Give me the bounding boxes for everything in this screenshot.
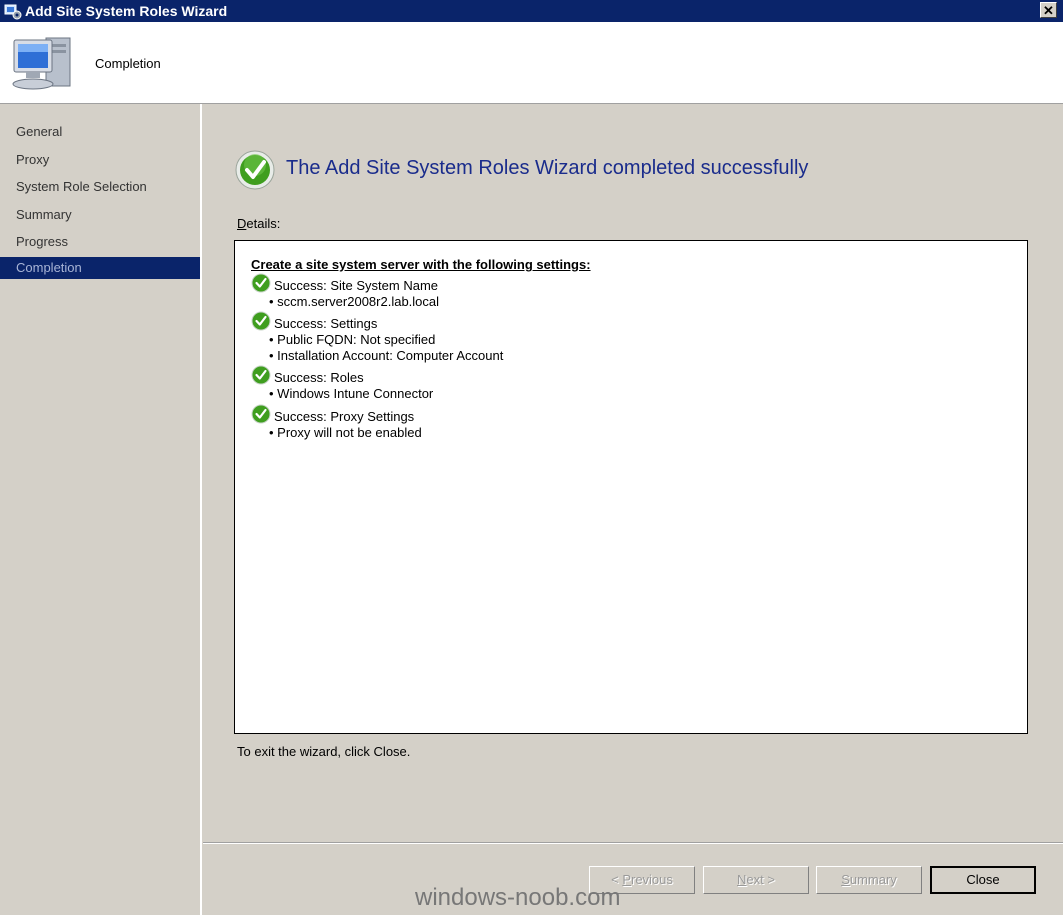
wizard-step-sidebar: General Proxy System Role Selection Summ… (0, 104, 202, 915)
computer-icon (12, 37, 71, 90)
close-window-button[interactable]: ✕ (1040, 2, 1057, 18)
success-check-icon (251, 273, 271, 293)
result-bullet: • Public FQDN: Not specified (269, 332, 436, 347)
sidebar-item-general[interactable]: General (0, 121, 200, 143)
sidebar-item-system-role-selection[interactable]: System Role Selection (0, 176, 200, 198)
main-content: The Add Site System Roles Wizard complet… (203, 104, 1063, 844)
details-label-text: etails: (246, 216, 281, 231)
close-button[interactable]: Close (930, 866, 1036, 894)
result-title: Success: Site System Name (274, 278, 438, 293)
title-bar: Add Site System Roles Wizard ✕ (0, 0, 1063, 22)
details-text-box[interactable]: Create a site system server with the fol… (234, 240, 1028, 734)
footer-divider (203, 842, 1063, 844)
summary-button[interactable]: Summary (816, 866, 922, 894)
sidebar-item-summary[interactable]: Summary (0, 204, 200, 226)
success-check-icon (235, 150, 275, 190)
details-label: Details: (237, 216, 280, 231)
window-title: Add Site System Roles Wizard (25, 3, 228, 19)
sidebar-item-completion[interactable]: Completion (0, 257, 200, 279)
result-title: Success: Proxy Settings (274, 409, 415, 424)
sidebar-item-progress[interactable]: Progress (0, 231, 200, 253)
page-title: Completion (95, 56, 161, 71)
details-header: Create a site system server with the fol… (251, 257, 591, 272)
result-bullet: • Proxy will not be enabled (269, 425, 422, 440)
result-title: Success: Roles (274, 370, 364, 385)
watermark: windows-noob.com (415, 884, 621, 911)
details-access-key: D (237, 216, 247, 231)
success-check-icon (251, 311, 271, 331)
wizard-header: Completion (0, 22, 1063, 104)
exit-instructions: To exit the wizard, click Close. (237, 744, 411, 759)
success-check-icon (251, 404, 271, 424)
result-bullet: • Windows Intune Connector (269, 386, 434, 401)
next-button[interactable]: Next > (703, 866, 809, 894)
result-bullet: • sccm.server2008r2.lab.local (269, 294, 440, 309)
result-title: Success: Settings (274, 316, 378, 331)
result-bullet: • Installation Account: Computer Account (269, 348, 504, 363)
sidebar-item-proxy[interactable]: Proxy (0, 149, 200, 171)
wizard-app-icon (4, 4, 22, 20)
completion-heading: The Add Site System Roles Wizard complet… (286, 157, 809, 179)
success-check-icon (251, 365, 271, 385)
